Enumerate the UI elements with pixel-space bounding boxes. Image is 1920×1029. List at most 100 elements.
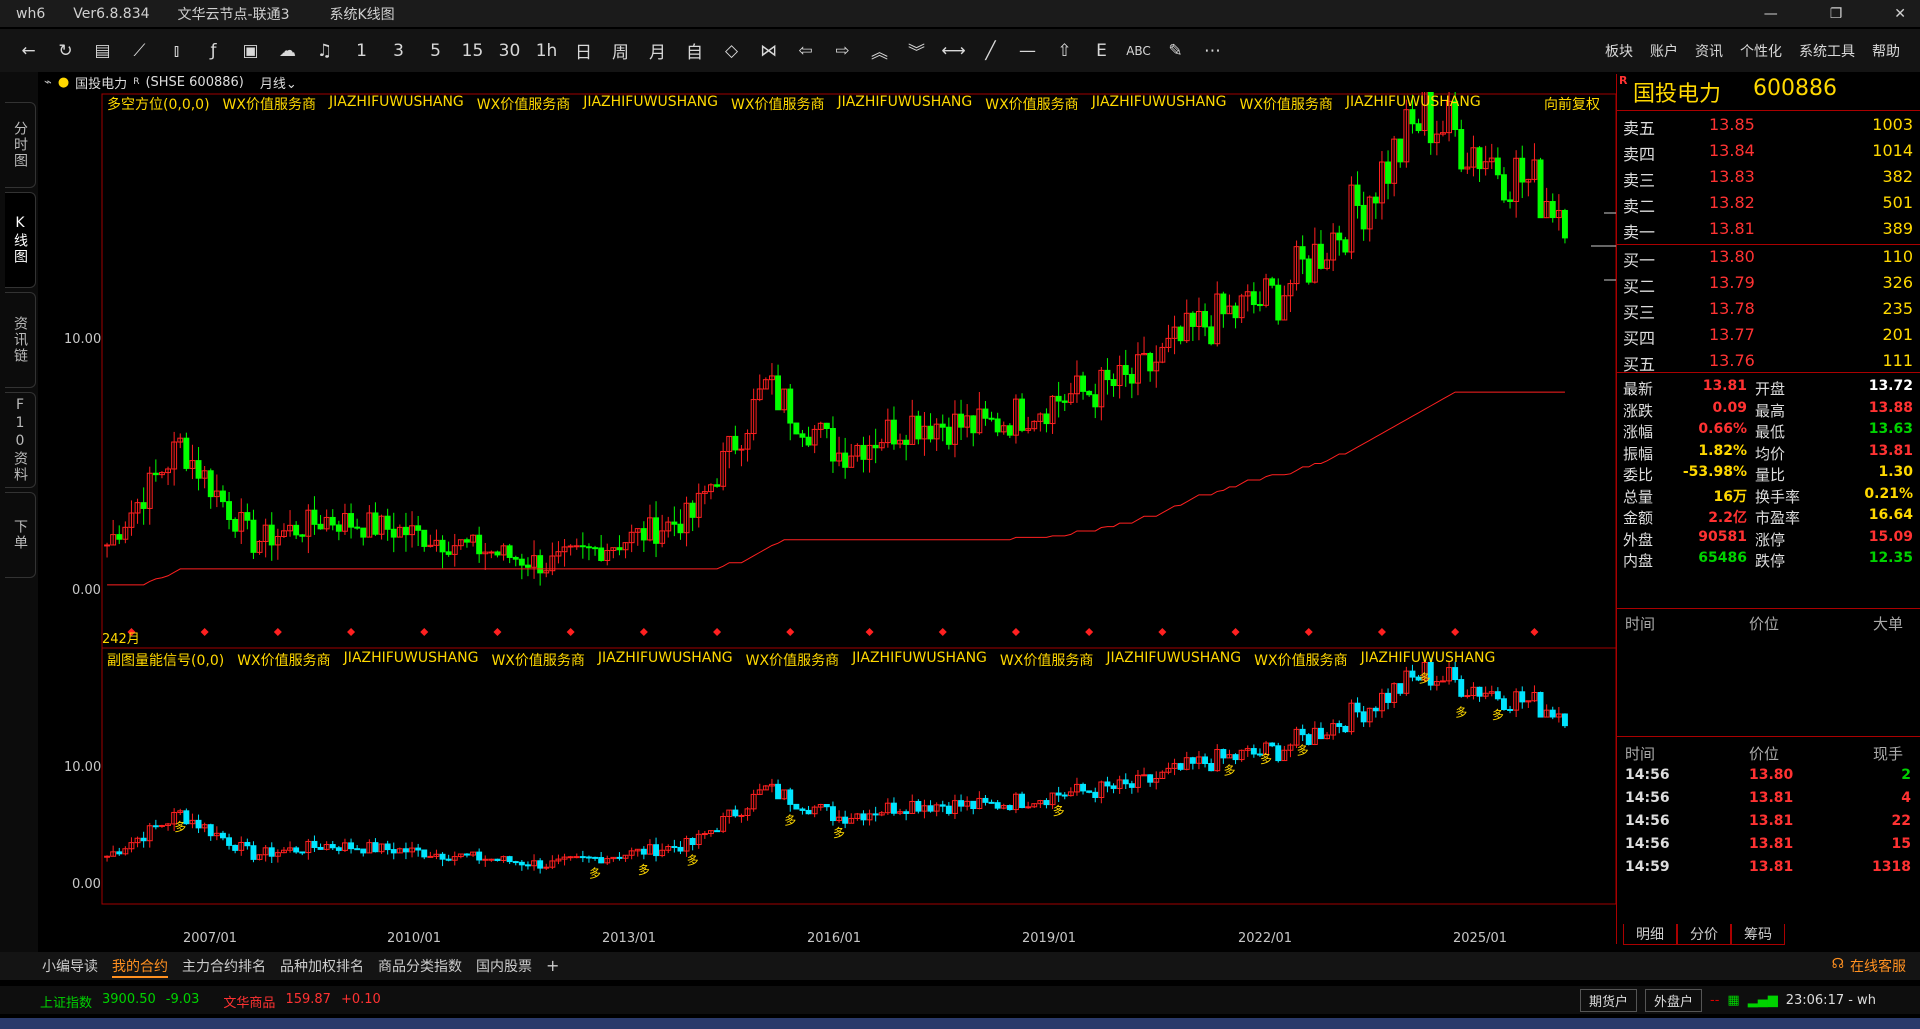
period-1h[interactable]: 1h	[528, 41, 565, 61]
main-indicator-name[interactable]: 多空方位(0,0,0)	[107, 94, 210, 114]
tab-detail[interactable]: 明细	[1623, 924, 1677, 945]
ask-row[interactable]: 卖四 13.84 1014	[1621, 139, 1917, 165]
candle-body	[1360, 204, 1367, 230]
index2-name[interactable]: 文华商品	[223, 992, 275, 1011]
home-icon[interactable]: ⇧	[1046, 41, 1083, 61]
candle-body	[1019, 398, 1025, 431]
menu-news[interactable]: 资讯	[1695, 41, 1723, 61]
kline-chart[interactable]: 多多 多多多多多多多多多多多	[38, 92, 1616, 952]
tab-weighted-rank[interactable]: 品种加权排名	[280, 956, 364, 978]
sub-candle-body	[1507, 708, 1513, 711]
period-day[interactable]: 日	[565, 38, 602, 63]
bid-row[interactable]: 买一 13.80 110	[1621, 245, 1917, 271]
tab-timeshare[interactable]: 分时图	[5, 102, 36, 188]
adjust-mode[interactable]: 向前复权	[1544, 94, 1600, 114]
bid-row[interactable]: 买三 13.78 235	[1621, 297, 1917, 323]
back-icon[interactable]: ←	[10, 41, 47, 61]
sub-candle-body	[738, 814, 745, 817]
minimize-icon[interactable]: —	[1764, 6, 1778, 22]
chart-header: ⌁ ● 国投电力 R (SHSE 600886) 月线⌄	[44, 73, 297, 92]
stat-value: 13.88	[1868, 399, 1913, 416]
quote-panel: R 国投电力 600886 卖五 13.85 1003 卖四 13.84 1014 卖三 13…	[1616, 74, 1920, 945]
period-select[interactable]: 月线⌄	[260, 73, 297, 92]
bell-icon[interactable]: ♫	[306, 41, 343, 61]
candle-body	[348, 513, 355, 528]
period-5[interactable]: 5	[417, 41, 454, 61]
sub-candle-body	[427, 855, 434, 858]
close-icon[interactable]: ✕	[1894, 6, 1906, 22]
tab-editor-guide[interactable]: 小编导读	[42, 956, 98, 978]
period-15[interactable]: 15	[454, 41, 491, 61]
menu-help[interactable]: 帮助	[1872, 41, 1900, 61]
period-3[interactable]: 3	[380, 41, 417, 61]
eraser-icon[interactable]: ✎	[1157, 41, 1194, 61]
sub-candle-body	[793, 803, 800, 810]
candle-body	[1122, 365, 1129, 375]
crosshair-icon[interactable]: ⟷	[935, 41, 972, 61]
period-30[interactable]: 30	[491, 41, 528, 61]
tab-order[interactable]: 下单	[5, 492, 36, 578]
screen-icon[interactable]: ▣	[232, 41, 269, 61]
link-icon[interactable]: ⌁	[44, 75, 52, 90]
stat-value: 12.35	[1868, 550, 1913, 566]
text-e-icon[interactable]: Ε	[1083, 41, 1120, 61]
stat-value: 13.72	[1868, 378, 1913, 394]
candle-icon[interactable]: ⫾	[158, 41, 195, 61]
add-tab-button[interactable]: +	[546, 956, 559, 978]
menu-sector[interactable]: 板块	[1605, 41, 1633, 61]
ask-row[interactable]: 卖三 13.83 382	[1621, 165, 1917, 191]
tab-newschain[interactable]: 资讯链	[5, 292, 36, 388]
tab-domestic-stocks[interactable]: 国内股票	[476, 956, 532, 978]
line-chart-icon[interactable]: ⟋	[121, 41, 158, 61]
tab-price-dist[interactable]: 分价	[1677, 924, 1731, 945]
candle-body	[787, 388, 794, 424]
sub-candle-body	[1177, 763, 1184, 770]
horizontal-line-icon[interactable]: —	[1009, 41, 1046, 61]
indicator-icon[interactable]: ƒ	[195, 41, 232, 61]
arrow-up-icon[interactable]: ︽	[861, 38, 898, 63]
arrow-left-icon[interactable]: ⇦	[787, 41, 824, 61]
stat-label: 外盘	[1623, 530, 1654, 549]
candle-body	[994, 418, 1001, 433]
zoom-in-icon[interactable]: ◇	[713, 41, 750, 61]
bid-row[interactable]: 买二 13.79 326	[1621, 271, 1917, 297]
arrow-down-icon[interactable]: ︾	[898, 38, 935, 63]
restore-icon[interactable]: ❐	[1830, 6, 1843, 22]
tab-chips[interactable]: 筹码	[1731, 924, 1785, 945]
period-custom[interactable]: 自	[676, 38, 713, 63]
ask-row[interactable]: 卖二 13.82 501	[1621, 191, 1917, 217]
period-month[interactable]: 月	[639, 38, 676, 63]
tab-my-contracts[interactable]: 我的合约	[112, 956, 168, 978]
tab-kline[interactable]: K线图	[5, 192, 36, 288]
period-week[interactable]: 周	[602, 38, 639, 63]
menu-account[interactable]: 账户	[1650, 41, 1678, 61]
abc-icon[interactable]: ABC	[1120, 44, 1157, 58]
index1-name[interactable]: 上证指数	[40, 992, 92, 1011]
table-icon[interactable]: ▤	[84, 41, 121, 61]
level-volume: 1003	[1872, 115, 1913, 134]
long-signal-label: 多	[687, 854, 699, 868]
sub-indicator-name[interactable]: 副图量能信号(0,0)	[107, 650, 224, 670]
tab-commodity-index[interactable]: 商品分类指数	[378, 956, 462, 978]
menu-tools[interactable]: 系统工具	[1799, 41, 1855, 61]
bid-row[interactable]: 买四 13.77 201	[1621, 323, 1917, 349]
more-icon[interactable]: ⋯	[1194, 41, 1231, 61]
tab-main-rank[interactable]: 主力合约排名	[182, 956, 266, 978]
arrow-right-icon[interactable]: ⇨	[824, 41, 861, 61]
sub-candle-body	[1299, 728, 1306, 736]
candle-body	[823, 422, 830, 430]
draw-line-icon[interactable]: ╱	[972, 41, 1009, 61]
futures-account-button[interactable]: 期货户	[1580, 989, 1638, 1012]
watermark: JIAZHIFUWUSHANG	[1360, 650, 1496, 666]
cloud-icon[interactable]: ☁	[269, 41, 306, 61]
menu-personalize[interactable]: 个性化	[1740, 41, 1782, 61]
overseas-account-button[interactable]: 外盘户	[1645, 989, 1703, 1012]
online-service-link[interactable]: 在线客服	[1850, 956, 1906, 976]
period-1[interactable]: 1	[343, 41, 380, 61]
ask-row[interactable]: 卖五 13.85 1003	[1621, 113, 1917, 139]
tab-f10[interactable]: F10资料	[5, 392, 36, 488]
symbol-name[interactable]: 国投电力	[75, 73, 127, 92]
zoom-out-icon[interactable]: ⋈	[750, 41, 787, 61]
refresh-icon[interactable]: ↻	[47, 41, 84, 61]
ask-row[interactable]: 卖一 13.81 389	[1621, 217, 1917, 243]
